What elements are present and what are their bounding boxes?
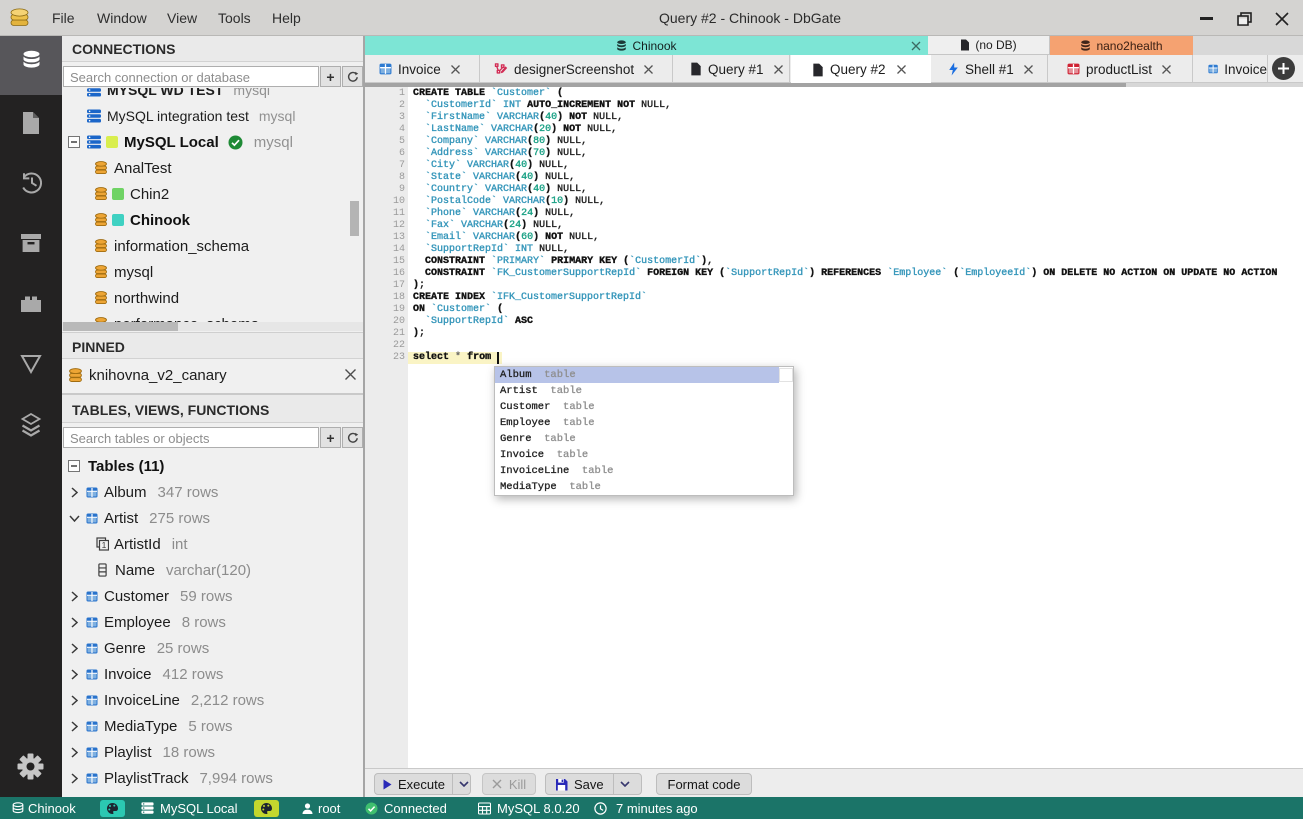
svg-text:1: 1 — [102, 540, 107, 550]
